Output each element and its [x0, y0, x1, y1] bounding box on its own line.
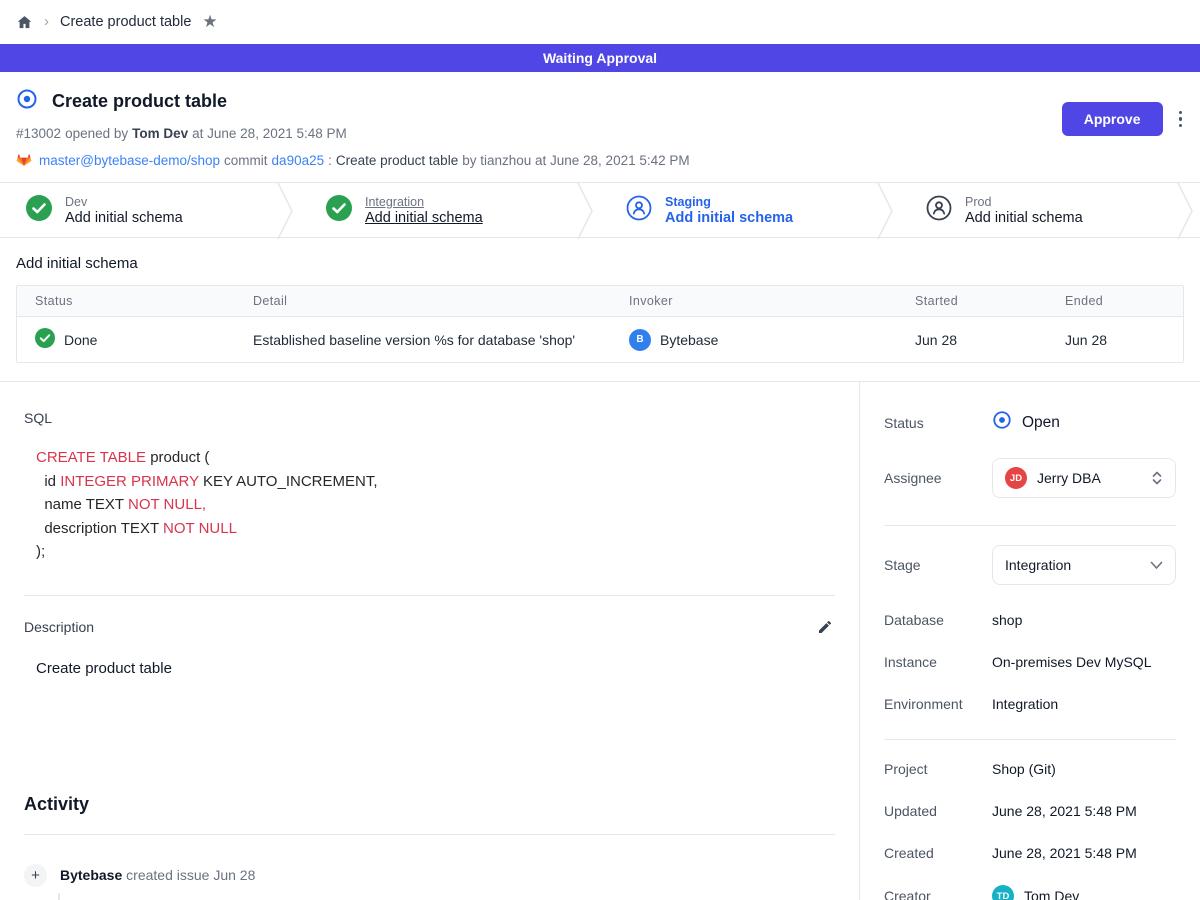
- sidebar-divider: [884, 525, 1176, 526]
- chevron-right-icon: ›: [44, 13, 49, 30]
- stage-done-icon: [26, 195, 52, 226]
- commit-hash-link[interactable]: da90a25: [272, 153, 325, 168]
- edit-pencil-icon[interactable]: [815, 617, 835, 637]
- task-status: Done: [64, 332, 97, 348]
- section-divider: [24, 834, 835, 835]
- updown-chevron-icon: [1151, 470, 1163, 486]
- pipeline-stage-bar: DevAdd initial schema IntegrationAdd ini…: [0, 182, 1200, 238]
- bookmark-star-icon[interactable]: ★: [202, 12, 217, 32]
- task-invoker: Bytebase: [660, 332, 718, 348]
- status-banner: Waiting Approval: [0, 44, 1200, 72]
- timeline-connector: [58, 893, 60, 900]
- gitlab-icon: [16, 152, 32, 168]
- task-ended: Jun 28: [1065, 332, 1183, 348]
- database-value: shop: [992, 612, 1022, 628]
- pipeline-stage-integration[interactable]: IntegrationAdd initial schema: [300, 183, 576, 237]
- stage-separator: [1176, 183, 1200, 239]
- issue-author: Tom Dev: [132, 126, 188, 141]
- environment-label: Environment: [884, 696, 992, 712]
- stage-separator: [576, 183, 600, 239]
- task-detail: Established baseline version %s for data…: [253, 332, 629, 348]
- created-value: June 28, 2021 5:48 PM: [992, 845, 1137, 861]
- activity-action: created issue Jun 28: [126, 867, 255, 883]
- instance-label: Instance: [884, 654, 992, 670]
- task-table-row[interactable]: Done Established baseline version %s for…: [17, 317, 1183, 362]
- stage-label: Stage: [884, 557, 992, 573]
- home-icon[interactable]: [16, 14, 33, 31]
- branch-repo-link[interactable]: master@bytebase-demo/shop: [39, 153, 220, 168]
- pipeline-stage-staging[interactable]: StagingAdd initial schema: [600, 183, 876, 237]
- updated-label: Updated: [884, 803, 992, 819]
- activity-heading: Activity: [24, 794, 835, 815]
- plus-icon: +: [24, 864, 47, 887]
- assignee-label: Assignee: [884, 470, 992, 486]
- commit-message: Create product table: [336, 153, 458, 168]
- issue-header: Create product table #13002 opened by To…: [0, 72, 1200, 182]
- bytebase-avatar: B: [629, 329, 651, 351]
- activity-item: + Bytebase created issue Jun 28: [24, 864, 835, 887]
- issue-detail-panel: SQL CREATE TABLE product ( id INTEGER PR…: [0, 382, 860, 900]
- task-section: Add initial schema Status Detail Invoker…: [0, 238, 1200, 381]
- stage-separator: [876, 183, 900, 239]
- done-check-icon: [35, 328, 55, 351]
- issue-meta-line: #13002 opened by Tom Dev at June 28, 202…: [16, 126, 1184, 141]
- jerry-avatar: JD: [1005, 467, 1027, 489]
- commit-meta-line: master@bytebase-demo/shop commit da90a25…: [16, 152, 1184, 168]
- project-value: Shop (Git): [992, 761, 1056, 777]
- creator-value: Tom Dev: [1024, 888, 1079, 900]
- section-divider: [24, 595, 835, 596]
- breadcrumb-page-title: Create product table: [60, 14, 191, 30]
- updated-value: June 28, 2021 5:48 PM: [992, 803, 1137, 819]
- database-label: Database: [884, 612, 992, 628]
- tom-avatar: TD: [992, 885, 1014, 900]
- task-heading: Add initial schema: [16, 255, 1184, 272]
- task-table: Status Detail Invoker Started Ended Done…: [16, 285, 1184, 363]
- stage-pending-approval-icon: [626, 195, 652, 226]
- breadcrumb: › Create product table ★: [0, 0, 1200, 44]
- stage-done-icon: [326, 195, 352, 226]
- project-label: Project: [884, 761, 992, 777]
- page-title: Create product table: [52, 91, 227, 112]
- issue-id: #13002: [16, 126, 61, 141]
- sql-label: SQL: [24, 410, 835, 426]
- sql-statement: CREATE TABLE product ( id INTEGER PRIMAR…: [36, 446, 835, 564]
- status-value: Open: [1022, 414, 1060, 432]
- sidebar-divider: [884, 739, 1176, 740]
- pipeline-stage-prod[interactable]: ProdAdd initial schema: [900, 183, 1176, 237]
- status-banner-text: Waiting Approval: [543, 50, 657, 66]
- more-options-icon[interactable]: [1175, 107, 1187, 132]
- stage-pending-icon: [926, 195, 952, 226]
- activity-actor: Bytebase: [60, 867, 122, 883]
- assignee-select[interactable]: JD Jerry DBA: [992, 458, 1176, 498]
- stage-select[interactable]: Integration: [992, 545, 1176, 585]
- issue-open-icon: [16, 88, 38, 115]
- open-status-icon: [992, 410, 1012, 435]
- stage-separator: [276, 183, 300, 239]
- task-table-header: Status Detail Invoker Started Ended: [17, 286, 1183, 317]
- instance-value: On-premises Dev MySQL: [992, 654, 1151, 670]
- pipeline-stage-dev[interactable]: DevAdd initial schema: [0, 183, 276, 237]
- approve-button[interactable]: Approve: [1062, 102, 1163, 136]
- task-started: Jun 28: [915, 332, 1065, 348]
- creator-label: Creator: [884, 888, 992, 900]
- description-content: Create product table: [36, 660, 835, 677]
- issue-sidebar: Status Open Assignee JD Jerry DBA Stage: [860, 382, 1200, 900]
- environment-value: Integration: [992, 696, 1058, 712]
- created-label: Created: [884, 845, 992, 861]
- chevron-down-icon: [1150, 561, 1163, 570]
- description-label: Description: [24, 619, 94, 635]
- status-label: Status: [884, 415, 992, 431]
